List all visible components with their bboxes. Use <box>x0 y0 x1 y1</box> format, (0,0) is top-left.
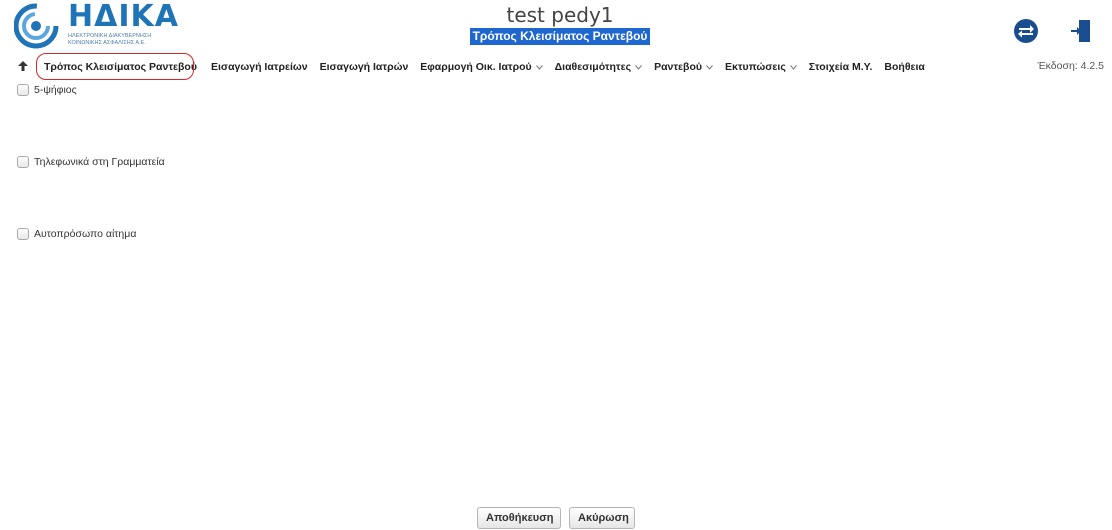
logout-door-icon[interactable] <box>1068 18 1094 44</box>
footer: Αποθήκευση Ακύρωση <box>0 507 1112 529</box>
nav-item-label: Ραντεβού <box>654 61 702 73</box>
nav-item-health-unit-info[interactable]: Στοιχεία Μ.Υ. <box>809 61 873 73</box>
nav-items: Τρόπος Κλεισίματος Ραντεβού Εισαγωγή Ιατ… <box>44 57 937 77</box>
chevron-down-icon <box>789 64 797 70</box>
nav-item-closing-method[interactable]: Τρόπος Κλεισίματος Ραντεβού <box>44 61 197 73</box>
nav-item-label: Τρόπος Κλεισίματος Ραντεβού <box>44 61 197 73</box>
logo-text: ΗΔΙΚΑ <box>68 0 179 34</box>
nav-item-appointments[interactable]: Ραντεβού <box>654 61 713 73</box>
option-label: Αυτοπρόσωπο αίτημα <box>34 228 137 240</box>
logo-swirl-icon <box>14 3 59 49</box>
nav-item-doctors-entry[interactable]: Εισαγωγή Ιατρών <box>320 61 409 73</box>
nav-item-label: Διαθεσιμότητες <box>554 61 632 73</box>
option-in-person-request[interactable]: Αυτοπρόσωπο αίτημα <box>17 228 136 240</box>
nav-item-clinics-entry[interactable]: Εισαγωγή Ιατρείων <box>211 61 308 73</box>
page-subtitle: Τρόπος Κλεισίματος Ραντεβού <box>469 28 651 45</box>
nav-item-label: Εισαγωγή Ιατρείων <box>210 61 308 73</box>
option-label: 5-ψήφιος <box>34 84 77 96</box>
header: ΗΔΙΚΑ ΗΛΕΚΤΡΟΝΙΚΗ ΔΙΑΚΥΒΕΡΝΗΣΗ ΚΟΙΝΩΝΙΚΗ… <box>0 0 1112 54</box>
checkbox[interactable] <box>17 228 29 240</box>
save-button[interactable]: Αποθήκευση <box>477 507 561 529</box>
version-label: Έκδοση: 4.2.5 <box>1037 60 1104 72</box>
nav-item-help[interactable]: Βοήθεια <box>884 61 924 73</box>
nav-item-label: Βοήθεια <box>884 61 925 73</box>
app-title: test pedy1 <box>506 3 614 27</box>
nav-item-label: Στοιχεία Μ.Υ. <box>808 61 873 73</box>
checkbox[interactable] <box>17 156 29 168</box>
up-arrow-icon[interactable] <box>16 59 30 73</box>
cancel-button[interactable]: Ακύρωση <box>569 507 635 529</box>
page: ΗΔΙΚΑ ΗΛΕΚΤΡΟΝΙΚΗ ΔΙΑΚΥΒΕΡΝΗΣΗ ΚΟΙΝΩΝΙΚΗ… <box>0 0 1112 530</box>
nav-item-label: Εκτυπώσεις <box>724 61 786 73</box>
swap-arrows-icon[interactable] <box>1013 18 1039 44</box>
logo: ΗΔΙΚΑ ΗΛΕΚΤΡΟΝΙΚΗ ΔΙΑΚΥΒΕΡΝΗΣΗ ΚΟΙΝΩΝΙΚΗ… <box>14 2 204 50</box>
nav-item-prints[interactable]: Εκτυπώσεις <box>725 61 797 73</box>
title-block: test pedy1 Τρόπος Κλεισίματος Ραντεβού <box>420 3 700 45</box>
option-label: Τηλεφωνικά στη Γραμματεία <box>34 156 165 168</box>
nav-item-availabilities[interactable]: Διαθεσιμότητες <box>555 61 642 73</box>
nav-item-family-doctor-app[interactable]: Εφαρμογή Οικ. Ιατρού <box>420 61 543 73</box>
option-phone-secretary[interactable]: Τηλεφωνικά στη Γραμματεία <box>17 156 165 168</box>
chevron-down-icon <box>535 64 543 70</box>
nav-item-label: Εισαγωγή Ιατρών <box>319 61 409 73</box>
chevron-down-icon <box>635 64 642 70</box>
chevron-down-icon <box>706 64 713 70</box>
nav-item-label: Εφαρμογή Οικ. Ιατρού <box>420 61 532 73</box>
logo-subtitle: ΗΛΕΚΤΡΟΝΙΚΗ ΔΙΑΚΥΒΕΡΝΗΣΗ ΚΟΙΝΩΝΙΚΗΣ ΑΣΦΑ… <box>68 33 152 46</box>
main-nav: Τρόπος Κλεισίματος Ραντεβού Εισαγωγή Ιατ… <box>0 57 1112 77</box>
checkbox[interactable] <box>17 84 29 96</box>
option-5-digit[interactable]: 5-ψήφιος <box>17 84 77 96</box>
